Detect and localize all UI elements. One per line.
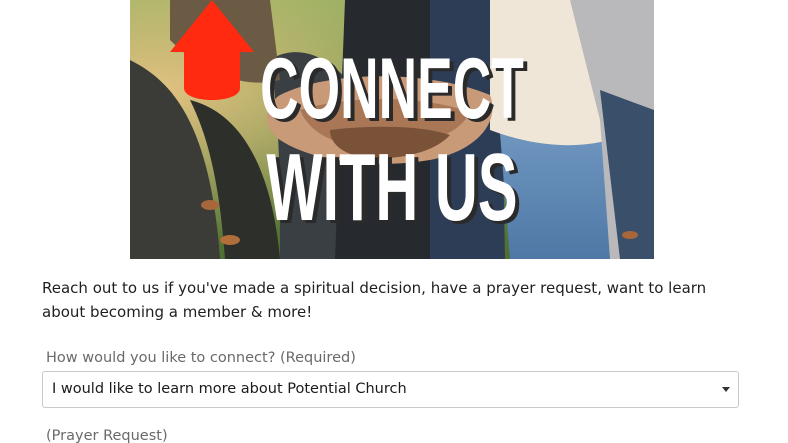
hero-title-line2: WITH US — [266, 133, 517, 240]
chevron-down-icon — [722, 387, 730, 392]
hero-title-line1: CONNECT — [260, 41, 524, 137]
prayer-request-label: (Prayer Request) — [46, 428, 168, 443]
connect-type-select[interactable]: I would like to learn more about Potenti… — [42, 371, 739, 408]
red-arrow-up-icon — [170, 0, 254, 100]
connect-type-label: How would you like to connect? (Required… — [46, 350, 356, 366]
connect-hero-image: CONNECT CONNECT WITH US WITH US — [130, 0, 654, 259]
page: CONNECT CONNECT WITH US WITH US Reach ou… — [0, 0, 788, 443]
hero-overlay: CONNECT CONNECT WITH US WITH US — [170, 0, 528, 243]
connect-type-selected-value: I would like to learn more about Potenti… — [52, 381, 407, 397]
intro-paragraph: Reach out to us if you've made a spiritu… — [42, 279, 707, 321]
